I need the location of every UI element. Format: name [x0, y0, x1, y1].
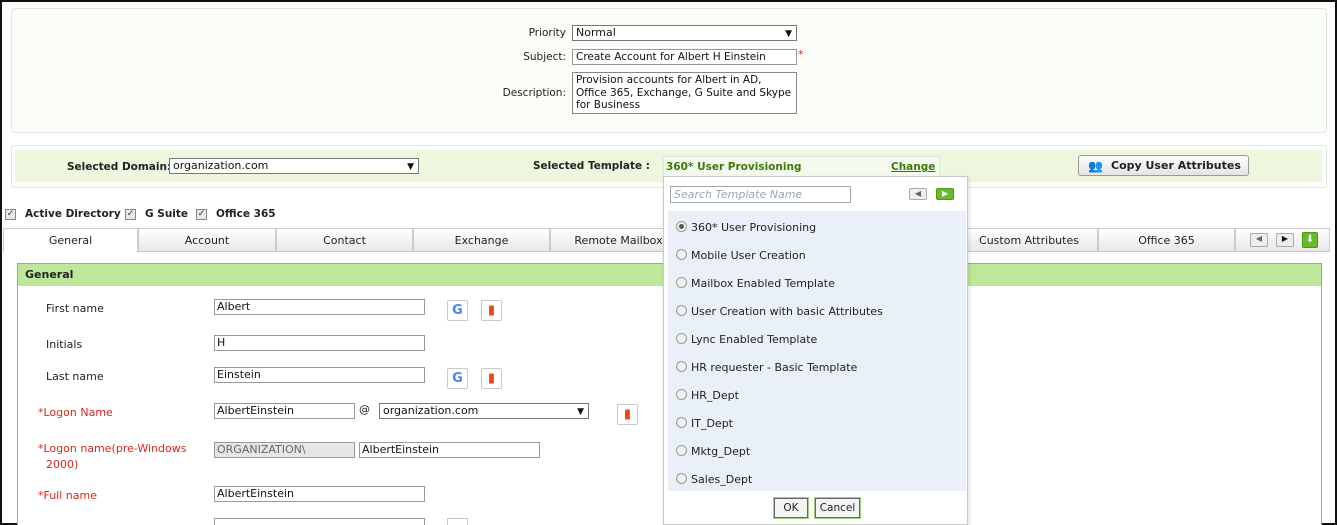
selected-domain-label: Selected Domain: — [67, 161, 172, 173]
tab-general[interactable]: General — [3, 228, 138, 252]
radio-selected-icon — [676, 221, 687, 232]
dropdown-arrow-icon: ▼ — [407, 162, 414, 172]
radio-icon — [676, 333, 687, 344]
g-suite-checkbox[interactable]: ✓ — [125, 209, 136, 220]
radio-icon — [676, 277, 687, 288]
office-365-label: Office 365 — [216, 208, 276, 220]
office-icon[interactable]: ▮ — [481, 368, 502, 389]
at-symbol: @ — [359, 403, 370, 416]
ok-button[interactable]: OK — [773, 497, 809, 519]
template-options: 360* User Provisioning Mobile User Creat… — [676, 218, 956, 498]
radio-icon — [676, 389, 687, 400]
last-name-input[interactable]: Einstein — [214, 367, 425, 383]
last-name-label: Last name — [46, 370, 104, 383]
tab-exchange[interactable]: Exchange — [413, 228, 550, 252]
priority-value: Normal — [576, 26, 616, 39]
template-option[interactable]: Mailbox Enabled Template — [676, 274, 956, 302]
logon-name-label: *Logon Name — [38, 406, 113, 419]
template-option[interactable]: 360* User Provisioning — [676, 218, 956, 246]
description-textarea[interactable]: Provision accounts for Albert in AD, Off… — [572, 72, 797, 114]
radio-icon — [676, 361, 687, 372]
user-copy-icon: 👥 — [1088, 159, 1103, 173]
change-template-link[interactable]: Change — [891, 161, 935, 173]
pre2000-label-line1: *Logon name(pre-Windows — [38, 442, 187, 455]
description-label: Description: — [502, 87, 566, 99]
first-name-input[interactable]: Albert — [214, 299, 425, 315]
tab-account[interactable]: Account — [138, 228, 276, 252]
partial-input[interactable] — [214, 518, 425, 525]
google-icon[interactable]: G — [447, 300, 468, 321]
office-icon[interactable]: ▮ — [481, 300, 502, 321]
template-option[interactable]: Mobile User Creation — [676, 246, 956, 274]
radio-icon — [676, 305, 687, 316]
template-option[interactable]: Sales_Dept — [676, 470, 956, 498]
popup-next-icon[interactable]: ▶ — [936, 188, 954, 200]
radio-icon — [676, 417, 687, 428]
download-icon[interactable]: ⬇ — [1302, 232, 1318, 248]
g-suite-label: G Suite — [145, 208, 189, 220]
dropdown-arrow-icon: ▼ — [577, 407, 584, 417]
popup-prev-icon[interactable]: ◀ — [909, 188, 927, 200]
domain-value: organization.com — [173, 159, 269, 172]
active-directory-label: Active Directory — [25, 208, 121, 220]
active-directory-checkbox[interactable]: ✓ — [5, 209, 16, 220]
cancel-button[interactable]: Cancel — [814, 497, 861, 519]
subject-input[interactable]: Create Account for Albert H Einstein — [572, 49, 797, 65]
template-option[interactable]: HR requester - Basic Template — [676, 358, 956, 386]
radio-icon — [676, 473, 687, 484]
pre2000-prefix: ORGANIZATION\ — [214, 442, 355, 458]
full-name-label: *Full name — [38, 489, 98, 502]
google-icon[interactable]: G — [447, 368, 468, 389]
template-search-input[interactable]: Search Template Name — [670, 186, 851, 203]
required-asterisk: * — [798, 48, 804, 61]
template-option[interactable]: Mktg_Dept — [676, 442, 956, 470]
template-option[interactable]: HR_Dept — [676, 386, 956, 414]
partial-icon — [447, 518, 468, 525]
logon-domain-select[interactable]: organization.com ▼ — [379, 403, 589, 419]
domain-select[interactable]: organization.com ▼ — [169, 158, 419, 174]
copy-user-attributes-button[interactable]: 👥 Copy User Attributes — [1078, 155, 1249, 176]
tab-office-365[interactable]: Office 365 — [1098, 228, 1235, 252]
tab-custom-attributes[interactable]: Custom Attributes — [960, 228, 1098, 252]
radio-icon — [676, 445, 687, 456]
template-option[interactable]: Lync Enabled Template — [676, 330, 956, 358]
logon-domain-value: organization.com — [383, 404, 479, 417]
template-option[interactable]: IT_Dept — [676, 414, 956, 442]
pre2000-label-line2: 2000) — [46, 458, 79, 471]
first-name-label: First name — [46, 302, 104, 315]
office-icon[interactable]: ▮ — [617, 404, 638, 425]
subject-label: Subject: — [523, 51, 566, 63]
copy-user-attributes-label: Copy User Attributes — [1111, 159, 1241, 172]
dropdown-arrow-icon: ▼ — [785, 29, 792, 39]
pre2000-input[interactable]: AlbertEinstein — [359, 442, 540, 458]
tab-scroll-left-icon[interactable]: ◀ — [1250, 233, 1268, 247]
template-name: 360* User Provisioning — [666, 161, 802, 173]
tab-contact[interactable]: Contact — [276, 228, 413, 252]
full-name-input[interactable]: AlbertEinstein — [214, 486, 425, 502]
initials-input[interactable]: H — [214, 335, 425, 351]
logon-name-input[interactable]: AlbertEinstein — [214, 403, 355, 419]
office-365-checkbox[interactable]: ✓ — [196, 209, 207, 220]
selected-template-label: Selected Template : — [533, 160, 650, 172]
priority-select[interactable]: Normal ▼ — [572, 25, 797, 41]
template-option[interactable]: User Creation with basic Attributes — [676, 302, 956, 330]
radio-icon — [676, 249, 687, 260]
priority-label: Priority — [528, 27, 566, 39]
tab-scroll-right-icon[interactable]: ▶ — [1276, 233, 1294, 247]
initials-label: Initials — [46, 338, 83, 351]
